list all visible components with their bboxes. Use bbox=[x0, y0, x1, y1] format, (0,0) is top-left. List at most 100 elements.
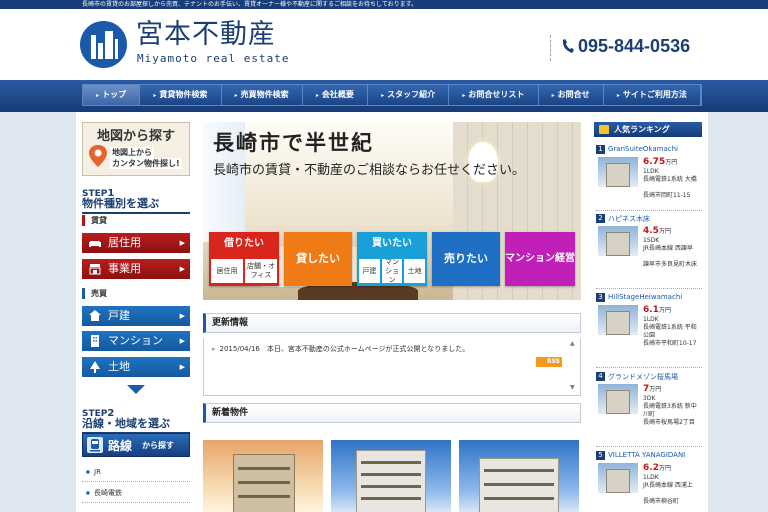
hero-sell-button[interactable]: 売りたい bbox=[432, 232, 500, 286]
step2-subtitle: 沿線・地域を選ぶ bbox=[82, 415, 190, 434]
rank-address: 長崎市桜馬場2丁目 bbox=[643, 419, 695, 426]
hero-rent-button[interactable]: 借りたい 居住用 店舗・オフィス bbox=[209, 232, 279, 286]
train-icon bbox=[87, 437, 103, 453]
rank-number: 5 bbox=[596, 451, 605, 460]
nav-usage-guide[interactable]: ▸ サイトご利用方法 bbox=[604, 85, 701, 105]
nav-sale-search[interactable]: ▸ 売買物件検索 bbox=[222, 85, 303, 105]
route-search-title: 路線 bbox=[108, 439, 133, 453]
sale-house-button[interactable]: 戸建 ▶ bbox=[82, 306, 190, 326]
news-item[interactable]: 2015/04/16 本日、宮本不動産の公式ホームページが正式公開となりました。 bbox=[212, 344, 470, 354]
rank-address: 長崎市岡町11-15 bbox=[643, 192, 691, 199]
sale-land-button[interactable]: 土地 ▶ bbox=[82, 357, 190, 377]
hero-lend-label: 貸したい bbox=[296, 252, 340, 265]
hero-sell-label: 売りたい bbox=[444, 252, 488, 265]
ranking-item[interactable]: 1 GranSuiteOkamachi 6.75万円 1LDK 長崎電鉄1系統 … bbox=[596, 145, 702, 211]
ranking-item[interactable]: 3 HillStageHeiwamachi 6.1万円 1LDK 長崎電鉄1系統… bbox=[596, 293, 702, 368]
site-header: 宮本不動産 Miyamoto real estate 095-844-0536 bbox=[0, 9, 768, 80]
hero-tagline: 長崎市の賃貸・不動産のご相談ならお任せください。 bbox=[213, 163, 526, 178]
nav-top[interactable]: ▸ トップ bbox=[83, 85, 141, 105]
sale-mansion-button[interactable]: マンション ▶ bbox=[82, 331, 190, 351]
ranking-item[interactable]: 2 ハピネス木床 4.5万円 1SDK JR長崎本線 西諫早 諫早市多良見町木床 bbox=[596, 214, 702, 289]
hero-buy-land[interactable]: 土地 bbox=[404, 259, 426, 283]
rank-property-name[interactable]: HillStageHeiwamachi bbox=[608, 293, 682, 301]
rent-business-button[interactable]: 事業用 ▶ bbox=[82, 259, 190, 279]
rent-category-label: 賃貸 bbox=[82, 215, 107, 226]
rank-station: 長崎電鉄1系統 大橋 bbox=[643, 176, 697, 183]
new-listing-photo[interactable] bbox=[459, 440, 579, 512]
ranking-item[interactable]: 5 VILLETTA YANAGIDANI 6.2万円 1LDK JR長崎本線 … bbox=[596, 451, 702, 512]
route-item-jr[interactable]: JR bbox=[82, 462, 190, 482]
hero-rent-office[interactable]: 店舗・オフィス bbox=[245, 259, 277, 283]
hero-buy-house[interactable]: 戸建 bbox=[359, 259, 380, 283]
rank-price: 7万円 bbox=[643, 384, 662, 394]
nav-inquiry-list[interactable]: ▸ お問合せリスト bbox=[449, 85, 539, 105]
news-scroll-up-icon[interactable]: ▲ bbox=[570, 340, 575, 347]
top-announcement-bar: 長崎市の賃貸のお部屋探しから売買、テナントのお手伝い、賃貸オーナー様や不動産に関… bbox=[0, 0, 768, 9]
company-logo-icon[interactable] bbox=[80, 21, 127, 68]
rank-number: 4 bbox=[596, 372, 605, 381]
rent-residential-button[interactable]: 居住用 ▶ bbox=[82, 233, 190, 253]
rank-layout: 1LDK bbox=[643, 474, 659, 481]
rank-layout: 1LDK bbox=[643, 168, 659, 175]
sale-category-label: 売買 bbox=[82, 288, 107, 299]
hero-rent-label: 借りたい bbox=[224, 238, 264, 249]
rank-photo[interactable] bbox=[598, 157, 638, 187]
route-item-nagasaki-dentetsu[interactable]: 長崎電鉄 bbox=[82, 483, 190, 503]
ranking-heading: 人気ランキング bbox=[594, 122, 702, 137]
rank-number: 2 bbox=[596, 214, 605, 223]
nav-rent-search[interactable]: ▸ 賃貸物件検索 bbox=[140, 85, 222, 105]
new-listing-photo[interactable] bbox=[331, 440, 451, 512]
hero-headline: 長崎市で半世紀 bbox=[213, 130, 374, 155]
rank-number: 3 bbox=[596, 293, 605, 302]
hero-mansion-management-button[interactable]: マンション経営 bbox=[505, 232, 575, 286]
tree-icon bbox=[90, 361, 100, 373]
rank-photo[interactable] bbox=[598, 463, 638, 493]
rank-price: 6.2万円 bbox=[643, 463, 671, 473]
main-nav: ▸ トップ ▸ 賃貸物件検索 ▸ 売買物件検索 ▸ 会社概要 ▸ スタッフ紹介 ▸ お問合せ… bbox=[82, 84, 702, 106]
map-search-title: 地図から探す bbox=[96, 129, 175, 144]
nav-company[interactable]: ▸ 会社概要 bbox=[303, 85, 368, 105]
building-icon bbox=[91, 335, 99, 347]
company-name[interactable]: 宮本不動産 bbox=[136, 20, 276, 50]
rank-property-name[interactable]: GranSuiteOkamachi bbox=[608, 145, 678, 153]
hero-buy-button[interactable]: 買いたい 戸建 マンション 土地 bbox=[357, 232, 427, 286]
rank-station: JR長崎本線 西浦上 bbox=[643, 482, 693, 489]
rank-address: 長崎市柳谷町 bbox=[643, 498, 680, 505]
new-listing-photo[interactable] bbox=[203, 440, 323, 512]
shop-icon bbox=[89, 264, 101, 275]
rank-layout: 1LDK bbox=[643, 316, 659, 323]
hero-buy-label: 買いたい bbox=[372, 238, 412, 249]
phone-number[interactable]: 095-844-0536 bbox=[562, 36, 690, 57]
rank-property-name[interactable]: VILLETTA YANAGIDANI bbox=[608, 451, 685, 459]
rank-station: JR長崎本線 西諫早 bbox=[643, 245, 693, 252]
map-pin-icon bbox=[89, 145, 107, 167]
hero-mansion-management-label: マンション経営 bbox=[505, 253, 575, 264]
company-name-roman: Miyamoto real estate bbox=[137, 52, 290, 65]
rank-price: 4.5万円 bbox=[643, 226, 671, 236]
news-box: 2015/04/16 本日、宮本不動産の公式ホームページが正式公開となりました。… bbox=[203, 338, 581, 396]
hero-lend-button[interactable]: 貸したい bbox=[284, 232, 352, 286]
rank-photo[interactable] bbox=[598, 226, 638, 256]
hero-buy-mansion[interactable]: マンション bbox=[381, 258, 403, 284]
rank-price: 6.75万円 bbox=[643, 157, 678, 167]
hero-rent-residential[interactable]: 居住用 bbox=[211, 259, 243, 283]
rank-address: 諫早市多良見町木床 bbox=[643, 261, 698, 268]
rank-photo[interactable] bbox=[598, 384, 638, 414]
rank-photo[interactable] bbox=[598, 305, 638, 335]
rank-layout: 1SDK bbox=[643, 237, 660, 244]
map-search-banner[interactable]: 地図から探す 地図上から カンタン物件探し! bbox=[82, 122, 190, 176]
route-search-banner[interactable]: 路線 から探す bbox=[82, 433, 190, 457]
ranking-item[interactable]: 4 グランドメゾン桜馬場 7万円 3DK 長崎電鉄3系統 新中川町 長崎市桜馬場… bbox=[596, 372, 702, 447]
rank-number: 1 bbox=[596, 145, 605, 154]
rank-property-name[interactable]: グランドメゾン桜馬場 bbox=[608, 372, 678, 382]
phone-icon bbox=[562, 39, 574, 53]
rss-button[interactable]: RSS bbox=[536, 357, 562, 367]
news-scroll-down-icon[interactable]: ▼ bbox=[570, 384, 575, 391]
rank-property-name[interactable]: ハピネス木床 bbox=[608, 214, 650, 224]
nav-contact[interactable]: ▸ お問合せ bbox=[539, 85, 604, 105]
nav-staff[interactable]: ▸ スタッフ紹介 bbox=[368, 85, 450, 105]
news-heading: 更新情報 bbox=[203, 313, 581, 333]
header-divider bbox=[550, 35, 551, 61]
rank-layout: 3DK bbox=[643, 395, 656, 402]
house-icon bbox=[89, 310, 101, 321]
